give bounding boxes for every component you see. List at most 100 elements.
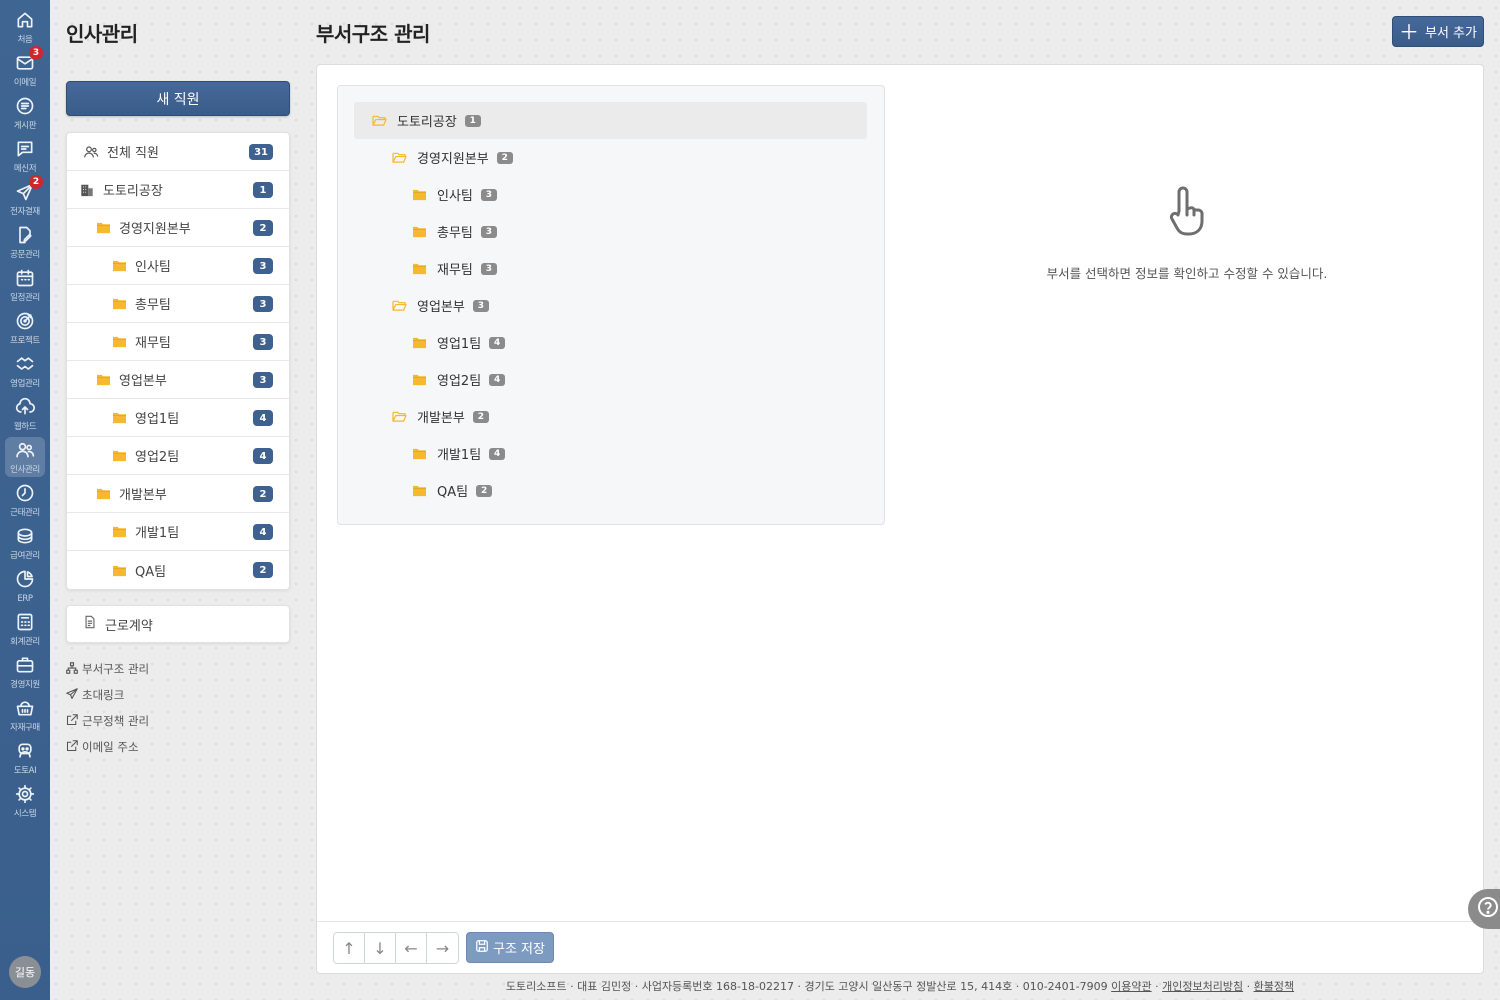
rail-item-mail[interactable]: 이메일 3 bbox=[5, 46, 45, 90]
tree-node[interactable]: 영업본부 3 bbox=[338, 287, 738, 324]
refund-link[interactable]: 환불정책 bbox=[1254, 980, 1294, 993]
member-count-badge: 4 bbox=[253, 524, 273, 540]
cloud-upload-icon bbox=[15, 394, 35, 421]
contract-label: 근로계약 bbox=[105, 618, 153, 634]
rail-item-pie-chart[interactable]: ERP bbox=[5, 566, 45, 606]
rail-item-send[interactable]: 전자결재 2 bbox=[5, 175, 45, 219]
rail-item-cloud-upload[interactable]: 웹하드 bbox=[5, 394, 45, 434]
tree-node[interactable]: 개발본부 2 bbox=[338, 398, 738, 435]
department-item[interactable]: 영업1팀 4 bbox=[67, 399, 289, 437]
rail-item-target[interactable]: 프로젝트 bbox=[5, 308, 45, 348]
department-item[interactable]: 개발본부 2 bbox=[67, 475, 289, 513]
add-department-label: 부서 추가 bbox=[1425, 26, 1477, 41]
user-avatar[interactable]: 길동 bbox=[9, 956, 41, 988]
department-item[interactable]: 영업2팀 4 bbox=[67, 437, 289, 475]
member-count-badge: 2 bbox=[253, 562, 273, 578]
outdent-button[interactable]: ← bbox=[396, 933, 427, 963]
department-label: 영업2팀 bbox=[135, 450, 180, 465]
tree-node[interactable]: 개발1팀 4 bbox=[338, 435, 738, 472]
tree-node[interactable]: 총무팀 3 bbox=[338, 213, 738, 250]
department-label: 개발본부 bbox=[119, 488, 167, 503]
board-icon bbox=[15, 93, 35, 120]
folder-icon bbox=[111, 524, 127, 540]
tree-node-count: 3 bbox=[472, 299, 489, 312]
rail-item-label: ERP bbox=[17, 594, 33, 604]
privacy-link[interactable]: 개인정보처리방침 bbox=[1162, 980, 1243, 993]
tree-node[interactable]: 영업1팀 4 bbox=[338, 324, 738, 361]
department-item[interactable]: 전체 직원 31 bbox=[67, 133, 289, 171]
calendar-icon bbox=[15, 265, 35, 292]
rail-item-robot[interactable]: 도토AI bbox=[5, 738, 45, 778]
department-item[interactable]: 인사팀 3 bbox=[67, 247, 289, 285]
panel-footer: ↑ ↓ ← → 구조 저장 bbox=[317, 921, 1483, 973]
folder-icon bbox=[111, 258, 127, 274]
rail-item-label: 영업관리 bbox=[10, 379, 40, 389]
rail-item-handshake[interactable]: 영업관리 bbox=[5, 351, 45, 391]
tree-node[interactable]: 재무팀 3 bbox=[338, 250, 738, 287]
rail-item-label: 웹하드 bbox=[13, 422, 37, 432]
new-employee-button[interactable]: 새 직원 bbox=[66, 81, 290, 116]
tree-node[interactable]: 인사팀 3 bbox=[338, 176, 738, 213]
rail-item-basket[interactable]: 자재구매 bbox=[5, 695, 45, 735]
tree-node-count: 2 bbox=[476, 484, 493, 497]
department-item[interactable]: 총무팀 3 bbox=[67, 285, 289, 323]
detail-placeholder: 부서를 선택하면 정보를 확인하고 수정할 수 있습니다. bbox=[897, 185, 1477, 282]
rail-item-label: 급여관리 bbox=[10, 551, 40, 561]
move-up-button[interactable]: ↑ bbox=[334, 933, 365, 963]
department-item[interactable]: 영업본부 3 bbox=[67, 361, 289, 399]
rail-item-label: 자재구매 bbox=[10, 723, 40, 733]
rail-item-messenger[interactable]: 메신저 bbox=[5, 136, 45, 176]
department-item[interactable]: 경영지원본부 2 bbox=[67, 209, 289, 247]
department-item[interactable]: 도토리공장 1 bbox=[67, 171, 289, 209]
folder-open-icon bbox=[392, 410, 417, 423]
rail-item-gear[interactable]: 시스템 bbox=[5, 781, 45, 821]
rail-item-label: 처음 bbox=[17, 35, 33, 45]
member-count-badge: 4 bbox=[253, 410, 273, 426]
contract-button[interactable]: 근로계약 bbox=[66, 605, 290, 643]
sidebar-link[interactable]: 근무정책 관리 bbox=[66, 713, 149, 729]
footer-separator: · bbox=[1151, 980, 1163, 993]
rail-item-label: 프로젝트 bbox=[10, 336, 40, 346]
department-item[interactable]: 개발1팀 4 bbox=[67, 513, 289, 551]
tree-node[interactable]: 도토리공장 1 bbox=[354, 102, 867, 139]
sidebar-link[interactable]: 이메일 주소 bbox=[66, 739, 139, 755]
coins-icon bbox=[15, 523, 35, 550]
rail-item-board[interactable]: 게시판 bbox=[5, 93, 45, 133]
rail-item-people[interactable]: 인사관리 bbox=[5, 437, 45, 477]
sidebar-link[interactable]: 부서구조 관리 bbox=[66, 661, 149, 677]
tree-node-count: 4 bbox=[489, 336, 506, 349]
hint-text: 부서를 선택하면 정보를 확인하고 수정할 수 있습니다. bbox=[1046, 266, 1328, 281]
rail-item-calculator[interactable]: 회계관리 bbox=[5, 609, 45, 649]
tree-node-count: 1 bbox=[464, 114, 481, 127]
rail-item-briefcase[interactable]: 경영지원 bbox=[5, 652, 45, 692]
rail-item-coins[interactable]: 급여관리 bbox=[5, 523, 45, 563]
move-down-button[interactable]: ↓ bbox=[365, 933, 396, 963]
rail-item-clock[interactable]: 근태관리 bbox=[5, 480, 45, 520]
rail-item-document-edit[interactable]: 공문관리 bbox=[5, 222, 45, 262]
tree-node[interactable]: QA팀 2 bbox=[338, 472, 738, 509]
tree-node[interactable]: 경영지원본부 2 bbox=[338, 139, 738, 176]
sidebar-link[interactable]: 초대링크 bbox=[66, 687, 124, 703]
tree-node-label: 재무팀 bbox=[437, 263, 473, 278]
department-label: 개발1팀 bbox=[135, 526, 180, 541]
department-label: 재무팀 bbox=[135, 336, 171, 351]
department-item[interactable]: 재무팀 3 bbox=[67, 323, 289, 361]
tree-node-label: 영업본부 bbox=[417, 300, 465, 315]
page-title: 부서구조 관리 bbox=[316, 22, 430, 46]
member-count-badge: 3 bbox=[253, 334, 273, 350]
indent-button[interactable]: → bbox=[427, 933, 458, 963]
save-structure-button[interactable]: 구조 저장 bbox=[466, 932, 554, 963]
tree-node[interactable]: 영업2팀 4 bbox=[338, 361, 738, 398]
help-button[interactable] bbox=[1468, 889, 1500, 929]
department-item[interactable]: QA팀 2 bbox=[67, 551, 289, 589]
terms-link[interactable]: 이용약관 bbox=[1111, 980, 1151, 993]
folder-icon bbox=[412, 336, 437, 349]
rail-item-home[interactable]: 처음 bbox=[5, 7, 45, 47]
unread-badge: 2 bbox=[29, 175, 43, 189]
member-count-badge: 31 bbox=[249, 144, 273, 160]
add-department-button[interactable]: ＋ 부서 추가 bbox=[1392, 16, 1484, 47]
plus-icon: ＋ bbox=[1399, 19, 1419, 44]
external-link-icon bbox=[66, 739, 82, 755]
tree-node-label: 경영지원본부 bbox=[417, 152, 489, 167]
rail-item-calendar[interactable]: 일정관리 bbox=[5, 265, 45, 305]
